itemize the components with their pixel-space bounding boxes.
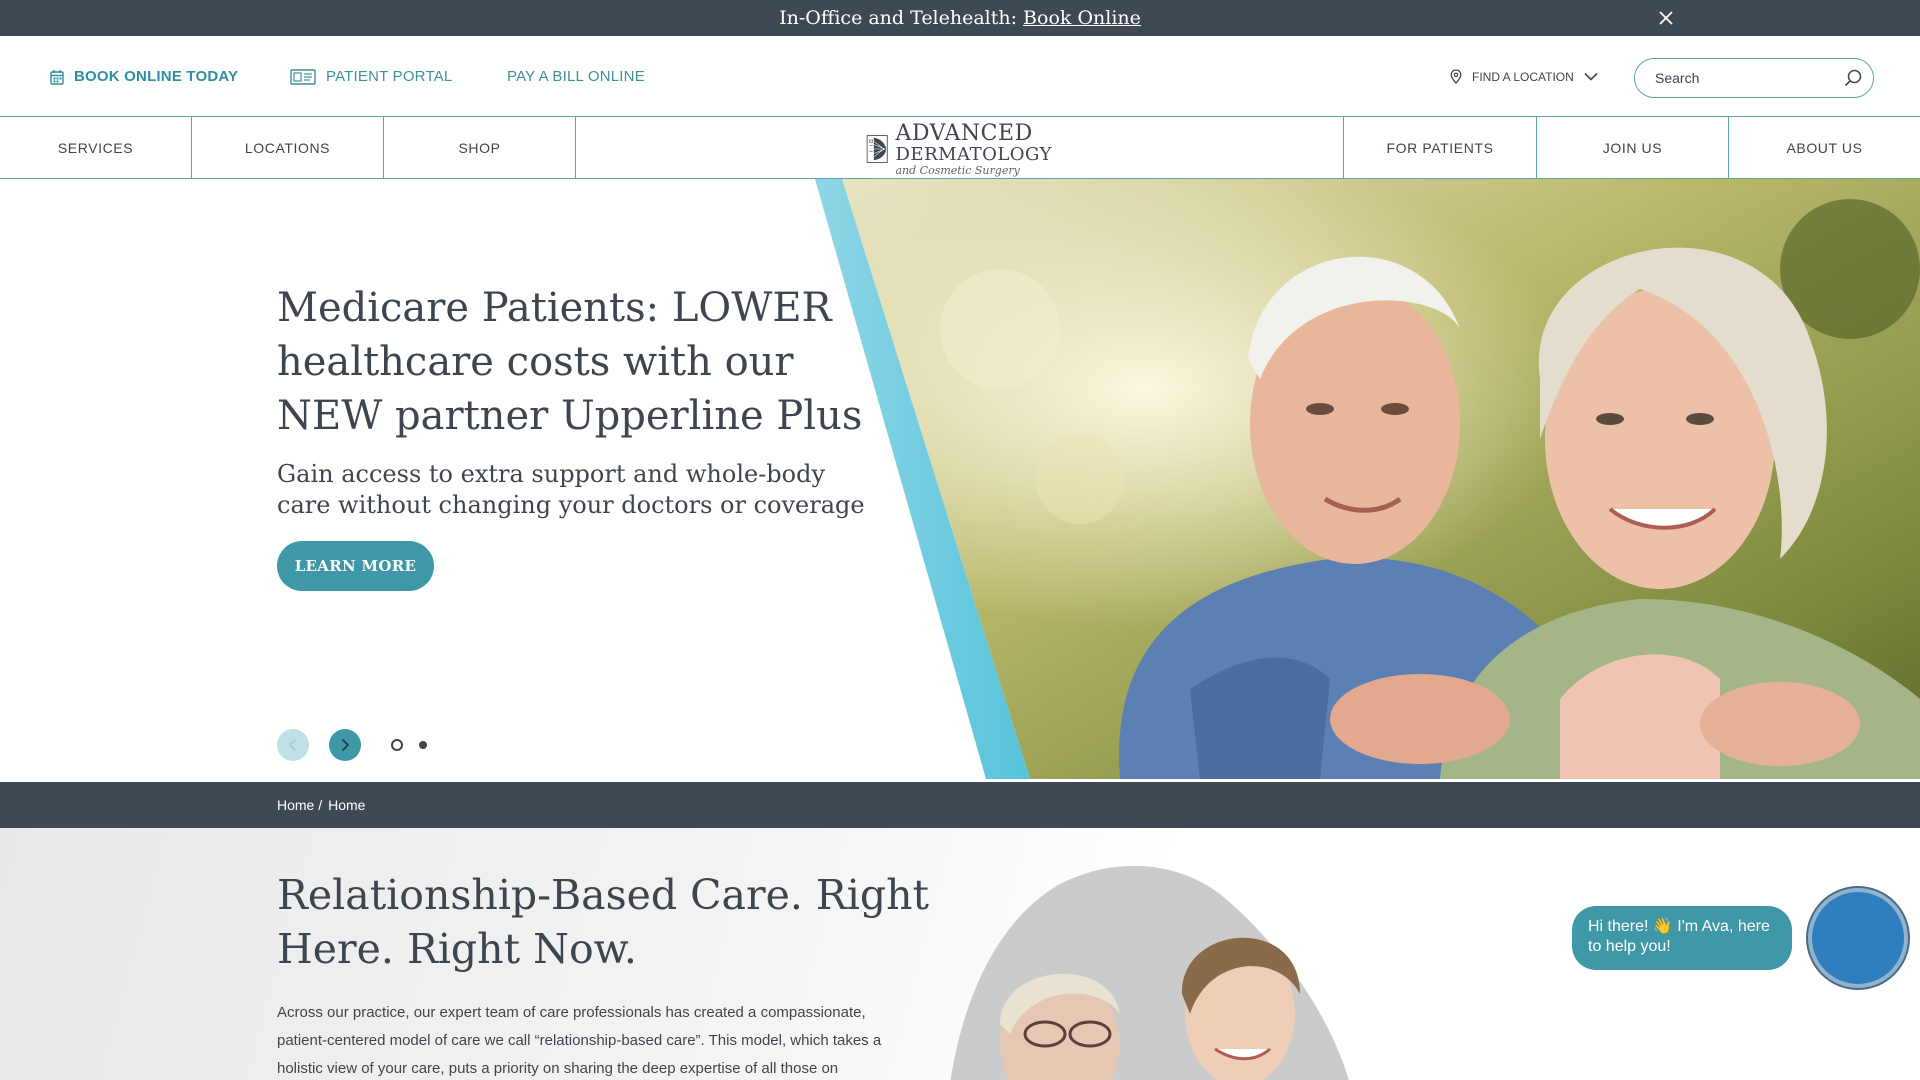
- search-box[interactable]: [1634, 58, 1874, 98]
- close-icon[interactable]: [1655, 7, 1677, 29]
- nav-locations[interactable]: LOCATIONS: [192, 117, 384, 178]
- pay-bill-label: PAY A BILL ONLINE: [507, 68, 645, 85]
- announcement-bar: In-Office and Telehealth: Book Online: [0, 0, 1920, 36]
- slide-dot-2[interactable]: [419, 741, 427, 749]
- nav-join-us[interactable]: JOIN US: [1536, 117, 1728, 178]
- logo-line-3: and Cosmetic Surgery: [895, 163, 1020, 177]
- search-icon[interactable]: [1843, 68, 1863, 88]
- breadcrumb-current: Home: [328, 797, 366, 813]
- chevron-down-icon: [1584, 72, 1598, 81]
- breadcrumb: Home / Home: [0, 782, 1920, 828]
- announcement-text: In-Office and Telehealth:: [779, 7, 1018, 29]
- patient-portal-label: PATIENT PORTAL: [326, 68, 453, 85]
- logo-mark-icon: [866, 135, 888, 163]
- chevron-right-icon: [341, 738, 350, 752]
- book-online-today-link[interactable]: BOOK ONLINE TODAY: [50, 36, 238, 117]
- patient-portal-link[interactable]: PATIENT PORTAL: [290, 36, 452, 117]
- find-location-dropdown[interactable]: FIND A LOCATION: [1450, 36, 1608, 117]
- id-card-icon: [290, 68, 316, 85]
- logo-line-2: DERMATOLOGY: [895, 143, 1052, 165]
- intro-body: Across our practice, our expert team of …: [277, 1004, 882, 1077]
- intro-title: Relationship-Based Care. Right Here. Rig…: [277, 871, 930, 973]
- hero-subtitle: Gain access to extra support and whole-b…: [277, 460, 865, 519]
- utility-bar: BOOK ONLINE TODAY PATIENT PORTAL PAY A B…: [0, 36, 1920, 117]
- chat-greeting-bubble[interactable]: Hi there! 👋 I'm Ava, here to help you!: [1572, 906, 1792, 970]
- map-pin-icon: [1450, 69, 1462, 84]
- care-team-image: [950, 865, 1349, 1080]
- slider-prev-button[interactable]: [277, 729, 309, 761]
- book-online-today-label: BOOK ONLINE TODAY: [74, 68, 239, 85]
- logo-text: ADVANCED DERMATOLOGY and Cosmetic Surger…: [895, 120, 1053, 177]
- nav-about-us[interactable]: ABOUT US: [1728, 117, 1920, 178]
- logo-line-1: ADVANCED: [895, 120, 1033, 146]
- calendar-icon: [50, 69, 64, 85]
- chevron-left-icon: [288, 738, 297, 752]
- search-input[interactable]: [1655, 70, 1835, 86]
- pay-bill-link[interactable]: PAY A BILL ONLINE: [507, 36, 645, 117]
- site-logo[interactable]: ADVANCED DERMATOLOGY and Cosmetic Surger…: [866, 122, 1052, 176]
- nav-for-patients[interactable]: FOR PATIENTS: [1343, 117, 1536, 178]
- breadcrumb-home-link[interactable]: Home /: [277, 797, 322, 813]
- slide-dot-1[interactable]: [391, 739, 403, 751]
- learn-more-button[interactable]: LEARN MORE: [277, 541, 434, 591]
- nav-services[interactable]: SERVICES: [0, 117, 192, 178]
- hero-slider: Medicare Patients: LOWER healthcare cost…: [0, 179, 1920, 782]
- chat-launcher-button[interactable]: [1808, 888, 1908, 988]
- nav-shop[interactable]: SHOP: [384, 117, 576, 178]
- hero-title: Medicare Patients: LOWER healthcare cost…: [277, 285, 863, 439]
- find-location-label: FIND A LOCATION: [1472, 69, 1574, 84]
- slider-next-button[interactable]: [329, 729, 361, 761]
- book-online-link[interactable]: Book Online: [1023, 7, 1141, 29]
